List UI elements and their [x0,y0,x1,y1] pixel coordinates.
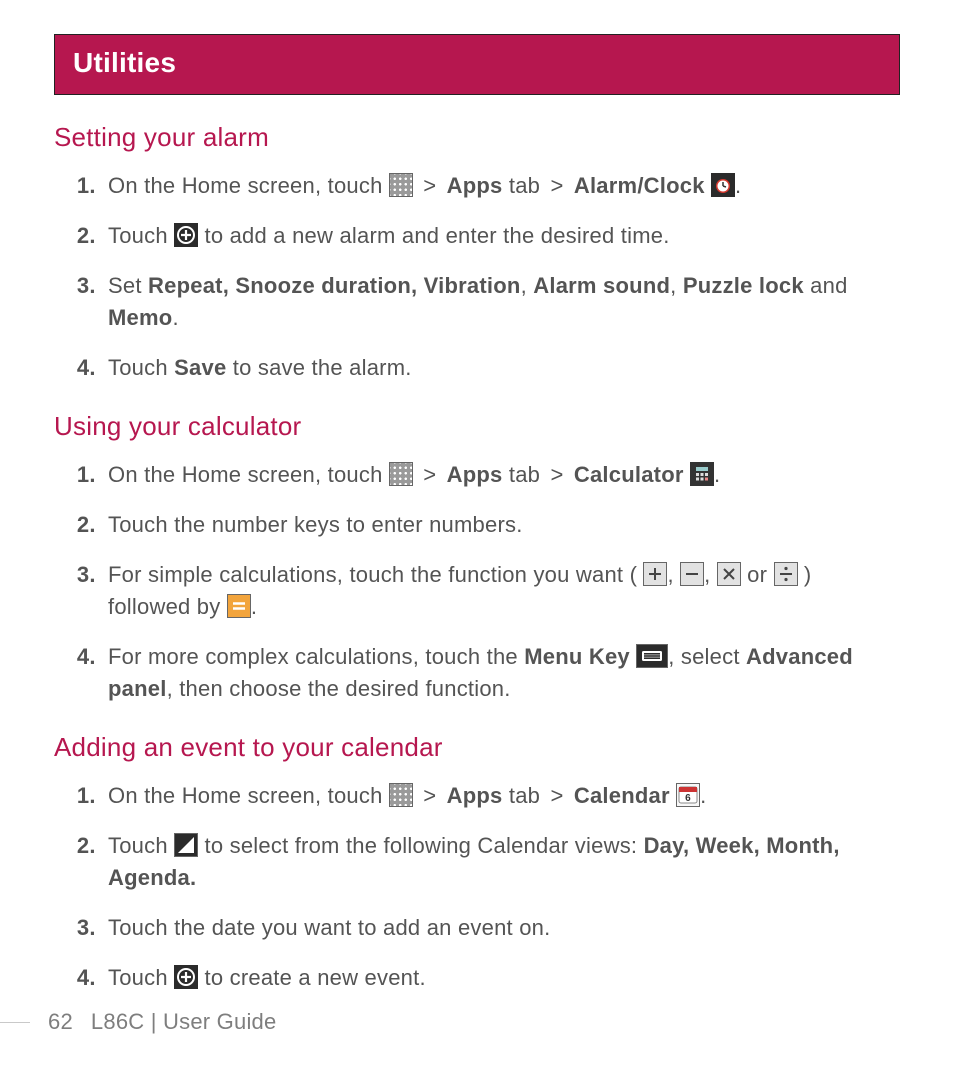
text: On the Home screen, touch [108,783,389,808]
text: to select from the following Calendar vi… [204,833,643,858]
equals-icon [227,594,251,618]
chapter-title: Utilities [54,34,900,95]
calc-step-2: Touch the number keys to enter numbers. [102,509,900,541]
text: , then choose the desired function. [167,676,511,701]
text: to add a new alarm and enter the desired… [204,223,669,248]
text: . [251,594,257,619]
text: and [804,273,848,298]
section-heading-calculator: Using your calculator [54,408,900,446]
text: . [700,783,706,808]
calc-step-4: For more complex calculations, touch the… [102,641,900,705]
text: . [172,305,178,330]
text: Touch [108,355,174,380]
alarm-step-2: Touch to add a new alarm and enter the d… [102,220,900,252]
divide-icon [774,562,798,586]
breadcrumb-separator: > [546,462,567,487]
text: tab [509,783,547,808]
cal-step-3: Touch the date you want to add an event … [102,912,900,944]
apps-tab-label: Apps [447,783,503,808]
cal-step-1: On the Home screen, touch > Apps tab > C… [102,780,900,812]
text: , select [668,644,746,669]
page-footer: 62 L86C | User Guide [0,1006,276,1038]
apps-tab-label: Apps [447,462,503,487]
calc-step-3: For simple calculations, touch the funct… [102,559,900,623]
text: Touch the date you want to add an event … [108,915,550,940]
text: . [735,173,741,198]
minus-icon [680,562,704,586]
page-number: 62 [48,1006,73,1038]
calculator-steps: On the Home screen, touch > Apps tab > C… [54,459,900,704]
alarm-clock-icon [711,173,735,197]
puzzle-lock-label: Puzzle lock [683,273,804,298]
add-plus-icon [174,965,198,989]
breadcrumb-separator: > [419,173,440,198]
apps-grid-icon [389,783,413,807]
breadcrumb-separator: > [419,462,440,487]
calculator-icon [690,462,714,486]
memo-label: Memo [108,305,172,330]
text: to create a new event. [204,965,425,990]
alarm-step-1: On the Home screen, touch > Apps tab > A… [102,170,900,202]
plus-icon [643,562,667,586]
settings-list: Repeat, Snooze duration, Vibration [148,273,521,298]
text: Touch the number keys to enter numbers. [108,512,523,537]
text: . [714,462,720,487]
apps-grid-icon [389,462,413,486]
text: or [747,562,773,587]
breadcrumb-separator: > [546,173,567,198]
alarm-sound-label: Alarm sound [533,273,670,298]
apps-grid-icon [389,173,413,197]
calendar-view-icon [174,833,198,857]
text: tab [509,173,547,198]
text: , [521,273,534,298]
text: , [704,562,717,587]
text: tab [509,462,547,487]
apps-tab-label: Apps [447,173,503,198]
text: Touch [108,223,174,248]
calc-step-1: On the Home screen, touch > Apps tab > C… [102,459,900,491]
text: Set [108,273,148,298]
calendar-icon: 6 [676,783,700,807]
text: For simple calculations, touch the funct… [108,562,637,587]
menu-key-icon [636,644,668,668]
calendar-label: Calendar [574,783,670,808]
text: , [670,273,683,298]
add-plus-icon [174,223,198,247]
text: Touch [108,833,174,858]
breadcrumb-separator: > [546,783,567,808]
footer-text: L86C | User Guide [91,1006,277,1038]
section-heading-calendar: Adding an event to your calendar [54,729,900,767]
calculator-label: Calculator [574,462,684,487]
text: , [667,562,680,587]
svg-text:6: 6 [685,793,691,804]
calendar-steps: On the Home screen, touch > Apps tab > C… [54,780,900,993]
save-label: Save [174,355,226,380]
alarm-step-4: Touch Save to save the alarm. [102,352,900,384]
alarm-steps: On the Home screen, touch > Apps tab > A… [54,170,900,383]
cal-step-4: Touch to create a new event. [102,962,900,994]
text: On the Home screen, touch [108,462,389,487]
multiply-icon [717,562,741,586]
manual-page: Utilities Setting your alarm On the Home… [0,0,954,994]
text: On the Home screen, touch [108,173,389,198]
text: to save the alarm. [233,355,412,380]
alarm-step-3: Set Repeat, Snooze duration, Vibration, … [102,270,900,334]
text: For more complex calculations, touch the [108,644,524,669]
cal-step-2: Touch to select from the following Calen… [102,830,900,894]
section-heading-alarm: Setting your alarm [54,119,900,157]
menu-key-label: Menu Key [524,644,630,669]
text: Touch [108,965,174,990]
alarm-clock-label: Alarm/Clock [574,173,705,198]
breadcrumb-separator: > [419,783,440,808]
